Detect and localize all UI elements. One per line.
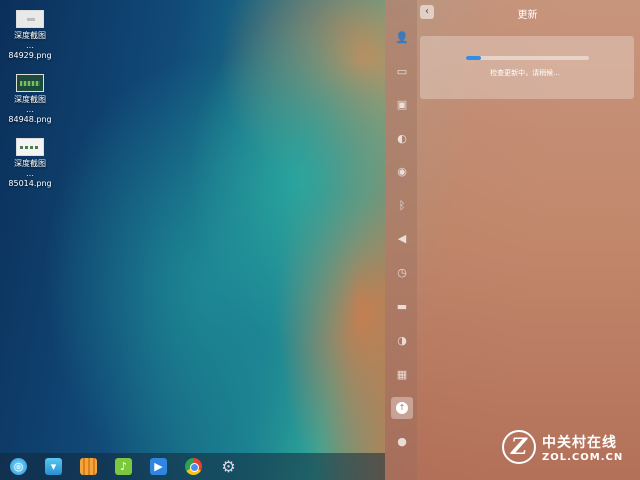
back-button[interactable]: ‹ <box>420 5 434 19</box>
update-status-text: 检查更新中，请稍候... <box>490 69 560 77</box>
time-icon[interactable]: ◷ <box>394 265 410 281</box>
image-thumbnail <box>16 74 44 92</box>
info-icon[interactable]: ● <box>394 434 410 450</box>
zol-logo-icon: Z <box>502 430 536 464</box>
update-icon: ↑ <box>396 402 408 414</box>
launcher-icon[interactable]: ◎ <box>10 458 27 475</box>
default-apps-icon[interactable]: ▣ <box>394 97 410 113</box>
app-store-icon[interactable]: ▾ <box>45 458 62 475</box>
music-icon[interactable]: ♪ <box>115 458 132 475</box>
watermark-en: ZOL.COM.CN <box>542 451 624 463</box>
keyboard-icon[interactable]: ▦ <box>394 367 410 383</box>
video-player-icon[interactable]: ▶ <box>150 458 167 475</box>
account-icon[interactable]: 👤 <box>394 30 410 46</box>
update-nav-item[interactable]: ↑ <box>391 397 413 419</box>
sound-icon[interactable]: ◀ <box>394 231 410 247</box>
mouse-icon[interactable]: ◑ <box>394 333 410 349</box>
desktop-file-screenshot-2[interactable]: 深度截图 …84948.png <box>6 74 54 125</box>
file-name-line1: 深度截图 <box>14 31 46 40</box>
file-name-line2: …84929.png <box>8 41 52 60</box>
file-name-line2: …84948.png <box>8 105 52 124</box>
desktop-file-screenshot-3[interactable]: 深度截图 …85014.png <box>6 138 54 189</box>
dock: ◎ ▾ ♪ ▶ ⚙ <box>0 453 385 480</box>
update-progress-bar <box>466 56 589 60</box>
watermark-cn: 中关村在线 <box>542 434 617 451</box>
image-thumbnail <box>16 10 44 28</box>
file-name-line1: 深度截图 <box>14 95 46 104</box>
personalization-icon[interactable]: ◐ <box>394 131 410 147</box>
page-title: 更新 <box>517 10 538 21</box>
file-name-line2: …85014.png <box>8 169 52 188</box>
file-name-line1: 深度截图 <box>14 159 46 168</box>
desktop-file-screenshot-1[interactable]: 深度截图 …84929.png <box>6 10 54 61</box>
network-icon[interactable]: ◉ <box>394 164 410 180</box>
browser-icon[interactable] <box>185 458 202 475</box>
file-manager-icon[interactable] <box>80 458 97 475</box>
image-thumbnail <box>16 138 44 156</box>
display-icon[interactable]: ▭ <box>394 64 410 80</box>
bluetooth-icon[interactable]: ᛒ <box>394 198 410 214</box>
settings-icon[interactable]: ⚙ <box>220 457 237 476</box>
update-progress-fill <box>466 56 481 60</box>
power-icon[interactable]: ▬ <box>394 299 410 315</box>
zol-watermark: Z 中关村在线 ZOL.COM.CN <box>502 430 623 464</box>
